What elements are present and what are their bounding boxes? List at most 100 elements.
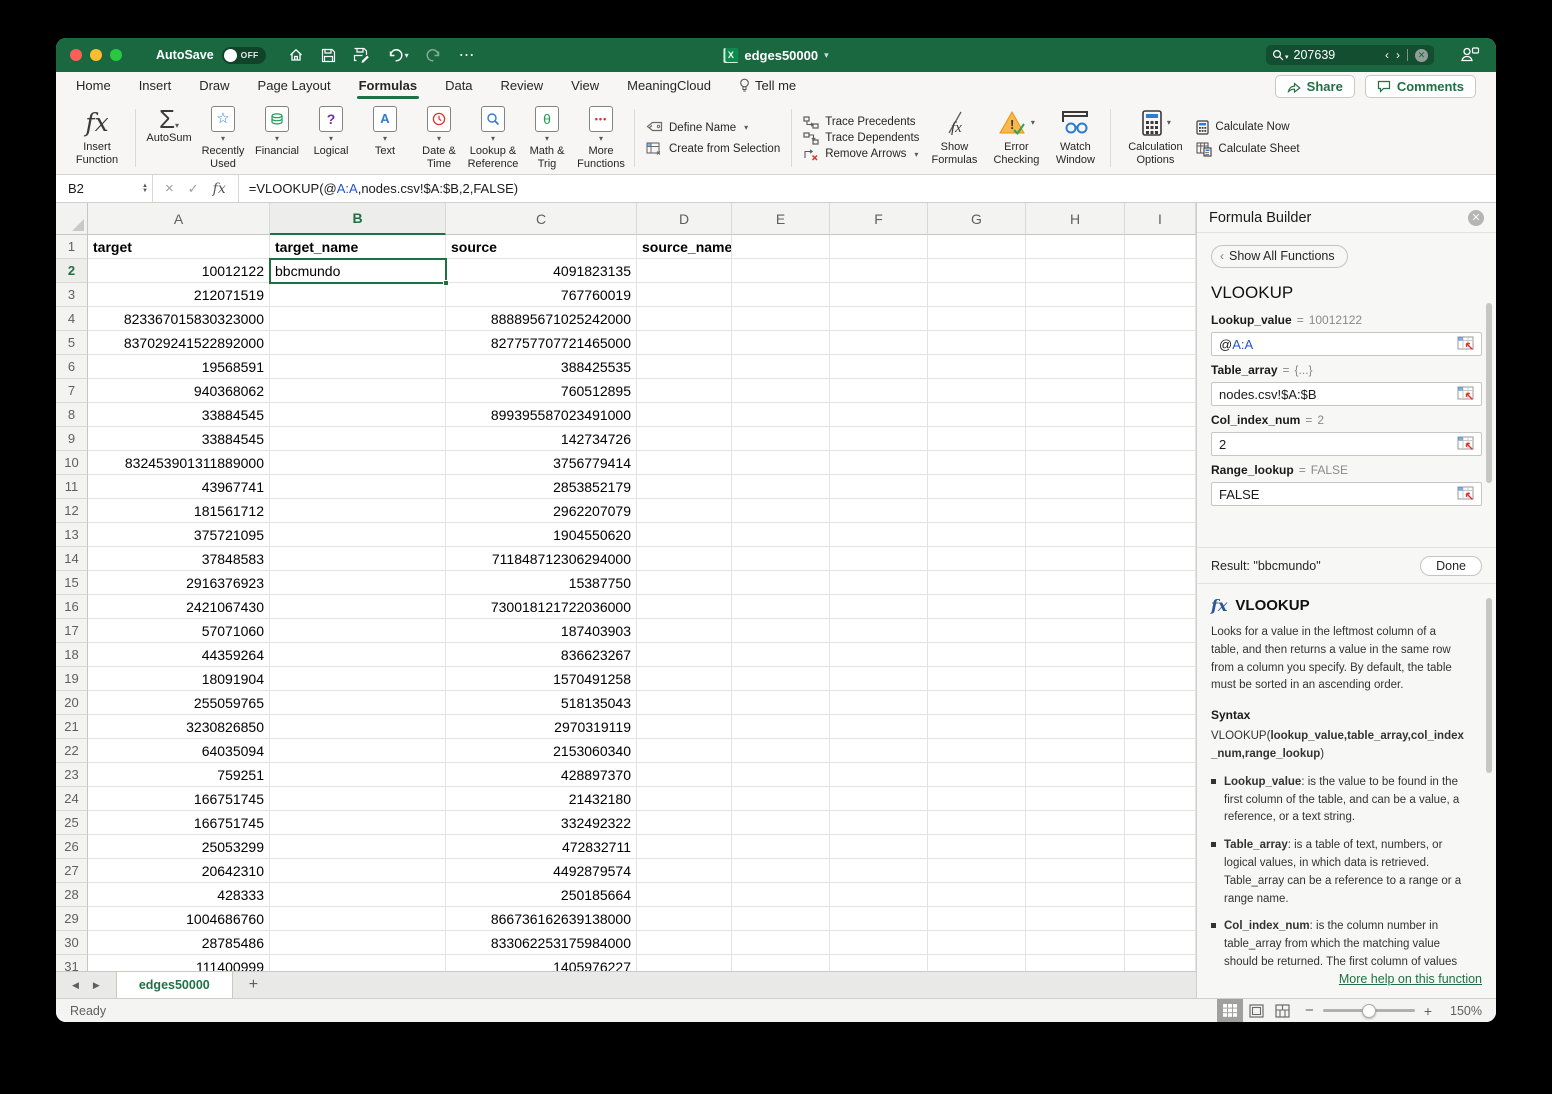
search-input[interactable]: ▾ 207639 ‹ › ✕ bbox=[1266, 45, 1434, 65]
grid-cell-I3[interactable] bbox=[1125, 283, 1196, 307]
tab-page-layout[interactable]: Page Layout bbox=[258, 74, 331, 99]
grid-cell-G22[interactable] bbox=[928, 739, 1026, 763]
grid-cell-E8[interactable] bbox=[732, 403, 830, 427]
grid-cell-F7[interactable] bbox=[830, 379, 928, 403]
grid-cell-I22[interactable] bbox=[1125, 739, 1196, 763]
grid-cell-B15[interactable] bbox=[270, 571, 446, 595]
tab-meaningcloud[interactable]: MeaningCloud bbox=[627, 74, 711, 99]
grid-cell-B28[interactable] bbox=[270, 883, 446, 907]
grid-cell-C21[interactable]: 2970319119 bbox=[446, 715, 637, 739]
grid-cell-A14[interactable]: 37848583 bbox=[88, 547, 270, 571]
grid-cell-I21[interactable] bbox=[1125, 715, 1196, 739]
arg-input-table_array[interactable]: nodes.csv!$A:$B bbox=[1211, 382, 1482, 406]
grid-cell-H19[interactable] bbox=[1026, 667, 1125, 691]
row-header-14[interactable]: 14 bbox=[56, 547, 88, 571]
text-button[interactable]: A▾Text bbox=[359, 104, 411, 158]
grid-cell-F10[interactable] bbox=[830, 451, 928, 475]
grid-cell-C31[interactable]: 1405976227 bbox=[446, 955, 637, 971]
grid-cell-D20[interactable] bbox=[637, 691, 732, 715]
grid-cell-B9[interactable] bbox=[270, 427, 446, 451]
date-time-button[interactable]: ▾Date & Time bbox=[413, 104, 465, 172]
grid-cell-G16[interactable] bbox=[928, 595, 1026, 619]
row-header-28[interactable]: 28 bbox=[56, 883, 88, 907]
grid-cell-E15[interactable] bbox=[732, 571, 830, 595]
args-scrollbar[interactable] bbox=[1486, 303, 1492, 483]
trace-dependents-button[interactable]: Trace Dependents bbox=[803, 132, 919, 145]
grid-cell-G15[interactable] bbox=[928, 571, 1026, 595]
grid-cell-C30[interactable]: 833062253175984000 bbox=[446, 931, 637, 955]
grid-cell-F8[interactable] bbox=[830, 403, 928, 427]
dropdown-icon[interactable]: ▾ bbox=[275, 134, 279, 143]
sheet-next-icon[interactable]: ▶ bbox=[93, 980, 100, 991]
tab-formulas[interactable]: Formulas bbox=[359, 74, 418, 99]
dropdown-icon[interactable]: ▾ bbox=[599, 134, 603, 143]
grid-cell-F20[interactable] bbox=[830, 691, 928, 715]
grid-cell-H31[interactable] bbox=[1026, 955, 1125, 971]
grid-cell-I26[interactable] bbox=[1125, 835, 1196, 859]
grid-cell-D3[interactable] bbox=[637, 283, 732, 307]
title-dropdown-icon[interactable]: ▾ bbox=[824, 50, 829, 61]
remove-arrows-button[interactable]: Remove Arrows ▾ bbox=[803, 148, 919, 161]
grid-cell-G10[interactable] bbox=[928, 451, 1026, 475]
autosum-button[interactable]: Σ▾AutoSum bbox=[143, 104, 195, 145]
grid-cell-G1[interactable] bbox=[928, 235, 1026, 259]
grid-cell-I4[interactable] bbox=[1125, 307, 1196, 331]
tab-data[interactable]: Data bbox=[445, 74, 472, 99]
grid-cell-H24[interactable] bbox=[1026, 787, 1125, 811]
grid-cell-D23[interactable] bbox=[637, 763, 732, 787]
row-header-20[interactable]: 20 bbox=[56, 691, 88, 715]
grid-cell-G20[interactable] bbox=[928, 691, 1026, 715]
grid-cell-G29[interactable] bbox=[928, 907, 1026, 931]
grid-cell-F28[interactable] bbox=[830, 883, 928, 907]
column-header-E[interactable]: E bbox=[732, 203, 830, 235]
maximize-window-button[interactable] bbox=[110, 49, 122, 61]
grid-cell-A8[interactable]: 33884545 bbox=[88, 403, 270, 427]
grid-cell-B13[interactable] bbox=[270, 523, 446, 547]
calculate-sheet-button[interactable]: Calculate Sheet bbox=[1196, 142, 1299, 157]
grid-cell-B6[interactable] bbox=[270, 355, 446, 379]
grid-cell-F25[interactable] bbox=[830, 811, 928, 835]
grid-cell-G12[interactable] bbox=[928, 499, 1026, 523]
grid-cell-H29[interactable] bbox=[1026, 907, 1125, 931]
grid-cell-F30[interactable] bbox=[830, 931, 928, 955]
grid-cell-C20[interactable]: 518135043 bbox=[446, 691, 637, 715]
define-name-button[interactable]: Define Name ▾ bbox=[646, 121, 780, 135]
watch-window-button[interactable]: Watch Window bbox=[1047, 104, 1103, 172]
row-header-24[interactable]: 24 bbox=[56, 787, 88, 811]
row-header-7[interactable]: 7 bbox=[56, 379, 88, 403]
column-header-H[interactable]: H bbox=[1026, 203, 1125, 235]
trace-precedents-button[interactable]: Trace Precedents bbox=[803, 116, 919, 129]
grid-cell-I18[interactable] bbox=[1125, 643, 1196, 667]
row-header-19[interactable]: 19 bbox=[56, 667, 88, 691]
row-header-30[interactable]: 30 bbox=[56, 931, 88, 955]
grid-cell-F3[interactable] bbox=[830, 283, 928, 307]
grid-cell-D19[interactable] bbox=[637, 667, 732, 691]
add-sheet-button[interactable]: + bbox=[233, 972, 274, 998]
grid-cell-E30[interactable] bbox=[732, 931, 830, 955]
grid-cell-A1[interactable]: target bbox=[88, 235, 270, 259]
row-header-15[interactable]: 15 bbox=[56, 571, 88, 595]
grid-cell-G4[interactable] bbox=[928, 307, 1026, 331]
row-header-1[interactable]: 1 bbox=[56, 235, 88, 259]
arg-input-col_index_num[interactable]: 2 bbox=[1211, 432, 1482, 456]
autosave-toggle[interactable]: OFF bbox=[222, 47, 266, 64]
grid-cell-D11[interactable] bbox=[637, 475, 732, 499]
grid-cell-I7[interactable] bbox=[1125, 379, 1196, 403]
grid-cell-A20[interactable]: 255059765 bbox=[88, 691, 270, 715]
financial-button[interactable]: ▾Financial bbox=[251, 104, 303, 158]
grid-cell-G2[interactable] bbox=[928, 259, 1026, 283]
grid-cell-I31[interactable] bbox=[1125, 955, 1196, 971]
grid-cell-D15[interactable] bbox=[637, 571, 732, 595]
tab-tell-me[interactable]: Tell me bbox=[739, 74, 796, 99]
row-header-23[interactable]: 23 bbox=[56, 763, 88, 787]
grid-cell-C3[interactable]: 767760019 bbox=[446, 283, 637, 307]
grid-cell-G5[interactable] bbox=[928, 331, 1026, 355]
show-all-functions-button[interactable]: ‹ Show All Functions bbox=[1211, 245, 1348, 268]
grid-cell-F31[interactable] bbox=[830, 955, 928, 971]
grid-cell-D1[interactable]: source_name bbox=[637, 235, 732, 259]
grid-cell-D9[interactable] bbox=[637, 427, 732, 451]
grid-cell-B22[interactable] bbox=[270, 739, 446, 763]
grid-cell-H27[interactable] bbox=[1026, 859, 1125, 883]
grid-cell-A6[interactable]: 19568591 bbox=[88, 355, 270, 379]
arg-input-range_lookup[interactable]: FALSE bbox=[1211, 482, 1482, 506]
